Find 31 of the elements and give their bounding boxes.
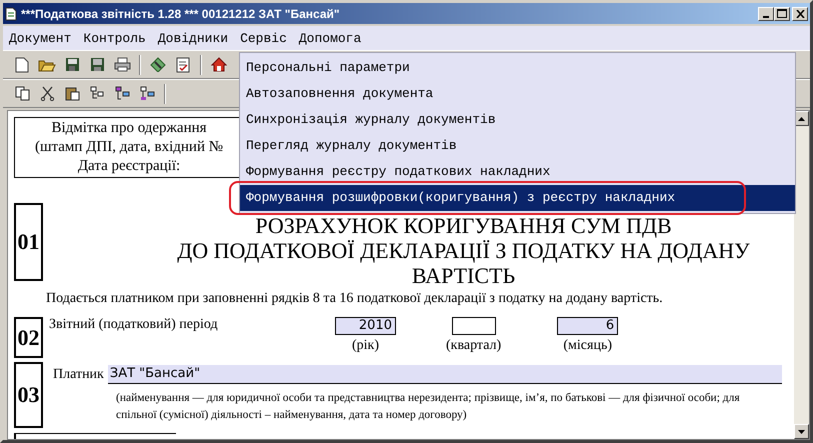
form-title: РОЗРАХУНОК КОРИГУВАННЯ СУМ ПДВ: [254, 213, 673, 238]
field-label: Платник: [52, 366, 105, 382]
section-number: 01: [14, 203, 43, 281]
menu-item[interactable]: Довідники: [158, 30, 228, 46]
input-field[interactable]: 6: [557, 317, 618, 335]
menu-option[interactable]: Формування розшифровки(коригування) з реєстру накладних: [240, 185, 795, 211]
field-caption: (квартал): [446, 338, 502, 354]
input-field[interactable]: 2010: [335, 317, 396, 335]
window-title: ***Податкова звітність 1.28 *** 00121212 ЗАТ "Бансай": [21, 6, 341, 20]
menu-item[interactable]: Допомога: [298, 30, 362, 46]
stamp-text: Дата реєстрації:: [76, 157, 182, 176]
form-title: ВАРТІСТЬ: [410, 263, 516, 288]
note-text: Подається платником при заповненні рядків 8 та 16 податкової декларації з податку на додану вартість.: [46, 291, 664, 307]
section-number: 03: [14, 362, 43, 428]
menu-option[interactable]: Перегляд журналу документів: [240, 133, 795, 159]
field-caption: (місяць): [563, 338, 612, 354]
menu-option[interactable]: Формування реєстру податкових накладних: [240, 159, 795, 185]
menu-option[interactable]: Персональні параметри: [240, 55, 795, 81]
field-caption: (найменування — для юридичної особи та представництва нерезидента; прізвище, ім’я, по батькові — для фізичної особи; для спільної (сумісної) діяльності – найменування, дата та номер договору): [116, 391, 741, 423]
stamp-text: Відмітка про одержання: [50, 119, 208, 138]
form-title: ДО ПОДАТКОВОЇ ДЕКЛАРАЦІЇ З ПОДАТКУ НА ДОДАНУ: [176, 238, 751, 263]
stamp-text: (штамп ДПІ, дата, вхідний №: [34, 138, 224, 157]
section-number: 02: [14, 317, 43, 358]
menu-item[interactable]: Сервіс: [240, 30, 287, 46]
menu-option[interactable]: Автозаповнення документа: [240, 81, 795, 107]
menu-option[interactable]: Синхронізація журналу документів: [240, 107, 795, 133]
input-field[interactable]: ЗАТ "Бансай": [108, 365, 782, 384]
field-label: Звітний (податковий) період: [48, 316, 219, 333]
menu-item[interactable]: Документ: [9, 30, 72, 46]
menu-item[interactable]: Контроль: [83, 30, 146, 46]
field-caption: (рік): [352, 338, 379, 354]
